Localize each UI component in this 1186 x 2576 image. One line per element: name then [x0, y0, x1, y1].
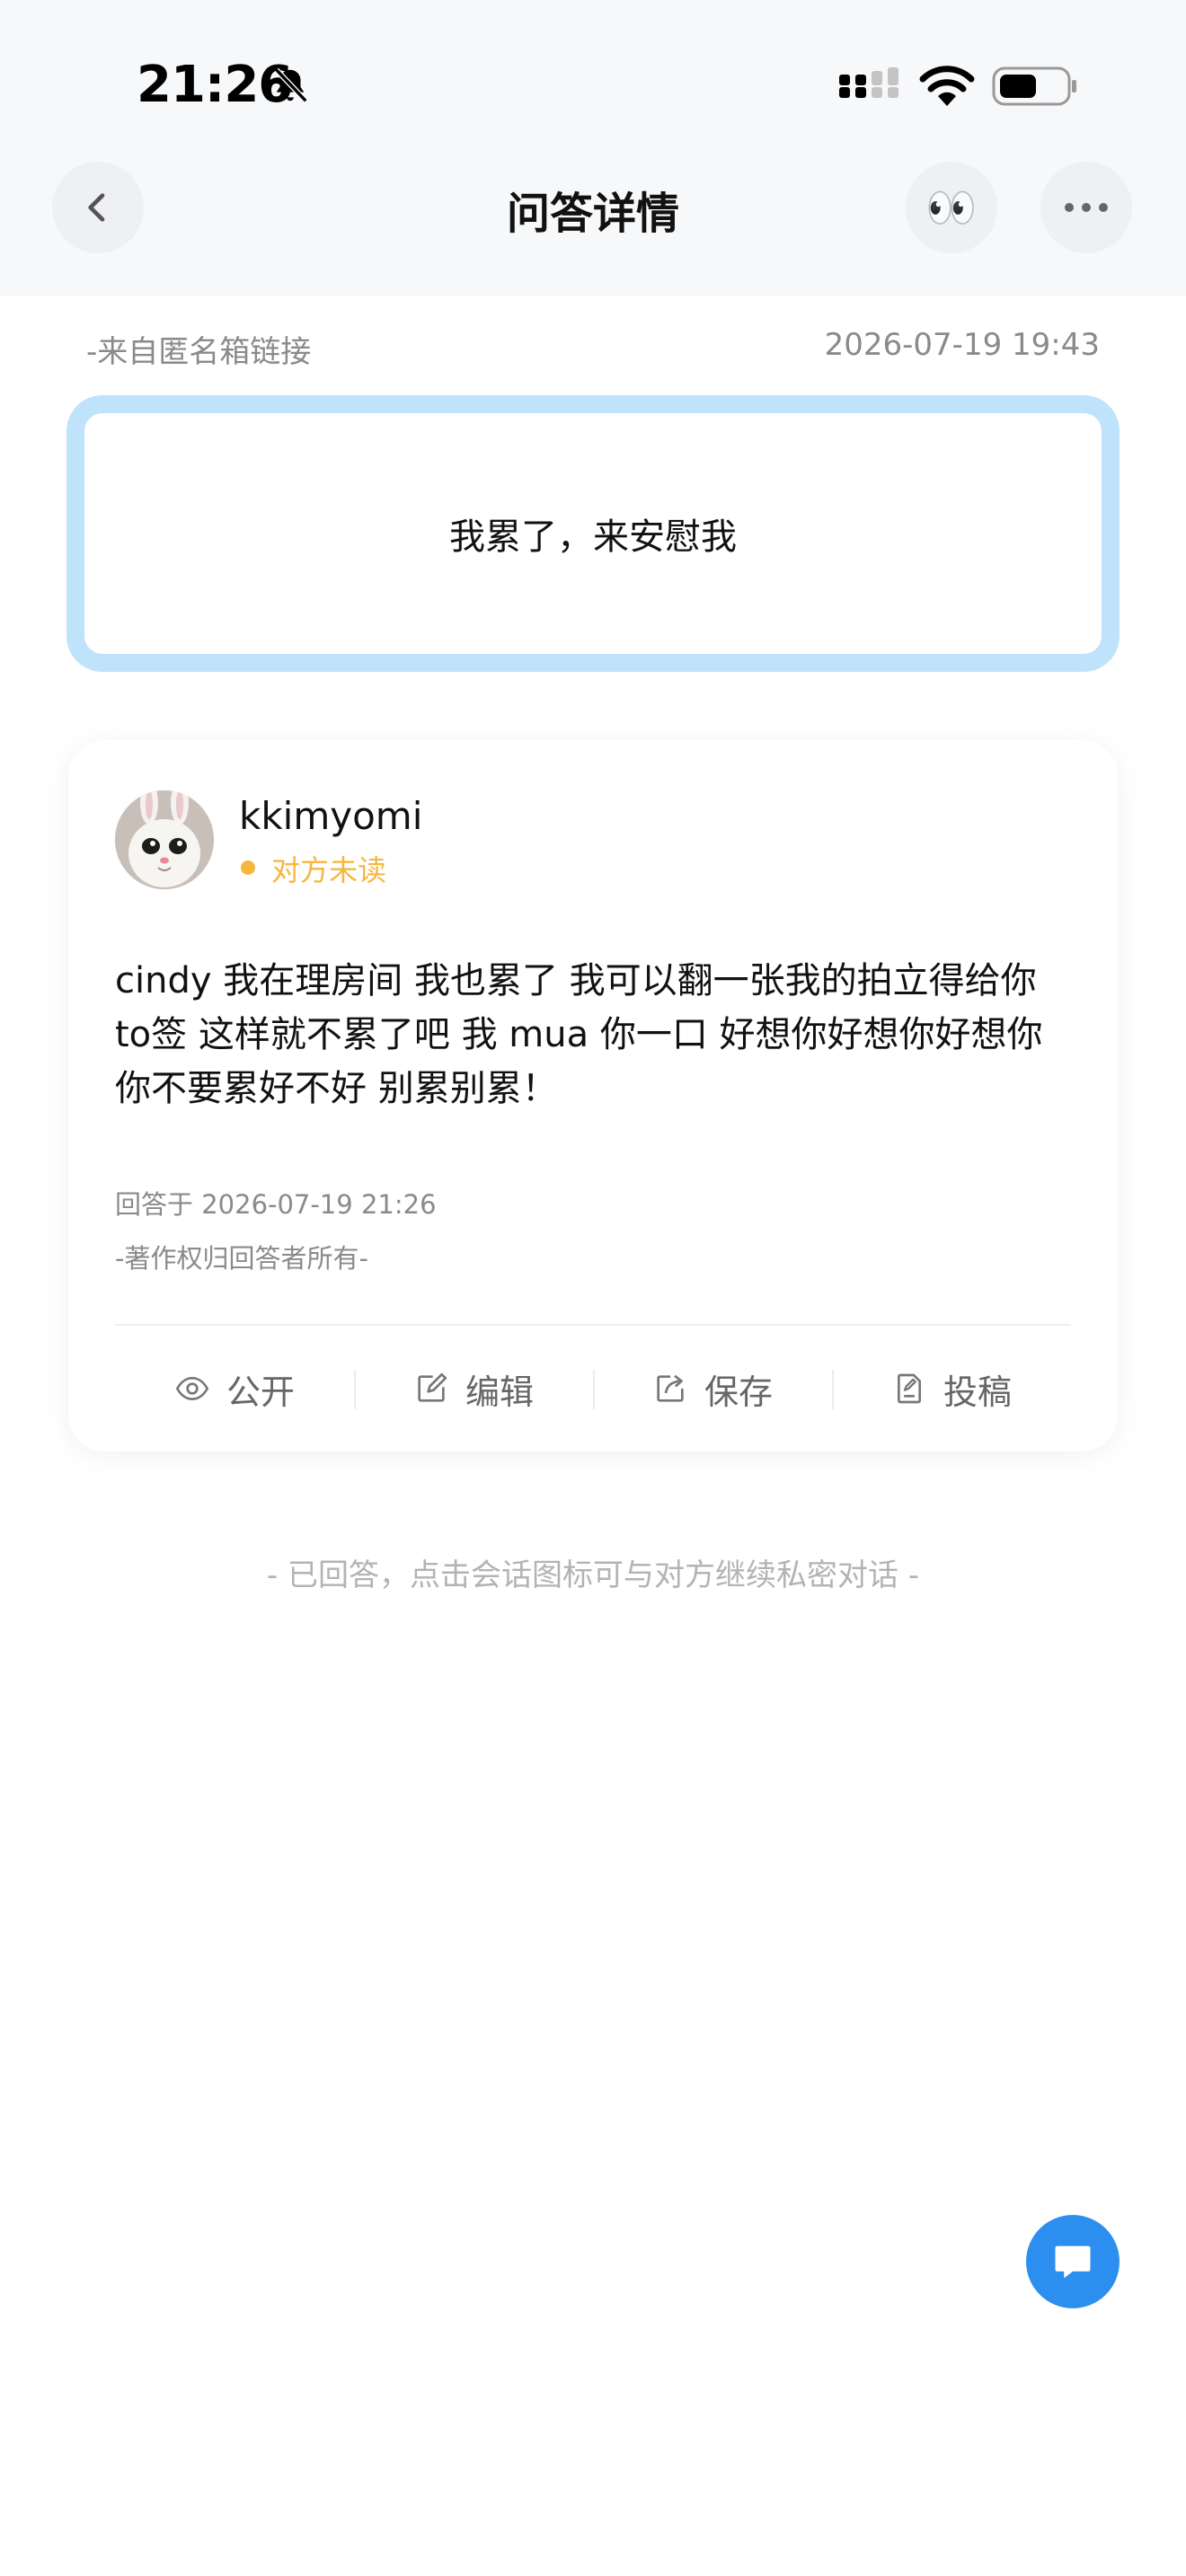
bell-slash-icon [274, 67, 308, 103]
action-bar: 公开 编辑 保存 投稿 [115, 1326, 1071, 1451]
public-button[interactable]: 公开 [115, 1364, 354, 1414]
answer-card: kkimyomi 对方未读 cindy 我在理房间 我也累了 我可以翻一张我的拍… [68, 740, 1118, 1451]
page-title: 问答详情 [506, 189, 679, 239]
answered-time: 回答于 2026-07-19 21:26 [115, 1189, 437, 1220]
avatar[interactable] [115, 790, 214, 889]
submit-doc-icon [897, 1373, 921, 1404]
eye-icon [175, 1376, 209, 1401]
question-box: 我累了，来安慰我 [66, 395, 1120, 672]
submit-label: 投稿 [943, 1372, 1012, 1412]
eyes-button[interactable]: 👀 [906, 162, 997, 253]
cellular-signal-icon [839, 67, 898, 98]
copyright-note: -著作权归回答者所有- [115, 1243, 368, 1274]
wifi-icon [919, 66, 975, 106]
question-time: 2026-07-19 19:43 [824, 327, 1100, 363]
chat-bubble-icon [1055, 2245, 1091, 2279]
top-bar: 21:26 问答详情 👀 [0, 0, 1186, 296]
chat-button[interactable] [1026, 2215, 1120, 2308]
bunny-avatar-image [115, 790, 214, 889]
footer-hint: - 已回答，点击会话图标可与对方继续私密对话 - [266, 1557, 920, 1593]
share-save-icon [657, 1374, 684, 1402]
public-label: 公开 [226, 1372, 295, 1412]
source-label: -来自匿名箱链接 [86, 334, 312, 370]
save-button[interactable]: 保存 [593, 1364, 832, 1414]
more-dots-icon [1065, 203, 1108, 212]
username[interactable]: kkimyomi [239, 794, 422, 838]
more-button[interactable] [1040, 162, 1132, 253]
edit-button[interactable]: 编辑 [354, 1364, 593, 1414]
read-status: 对方未读 [271, 853, 387, 887]
submit-button[interactable]: 投稿 [832, 1364, 1071, 1414]
save-label: 保存 [704, 1372, 773, 1412]
eyes-icon: 👀 [925, 182, 978, 232]
edit-label: 编辑 [465, 1372, 534, 1412]
battery-icon [992, 66, 1076, 106]
answer-text: cindy 我在理房间 我也累了 我可以翻一张我的拍立得给你 to签 这样就不累… [115, 960, 1043, 1109]
edit-icon [418, 1372, 447, 1402]
question-text: 我累了，来安慰我 [449, 516, 737, 558]
unread-dot-icon [241, 860, 255, 875]
